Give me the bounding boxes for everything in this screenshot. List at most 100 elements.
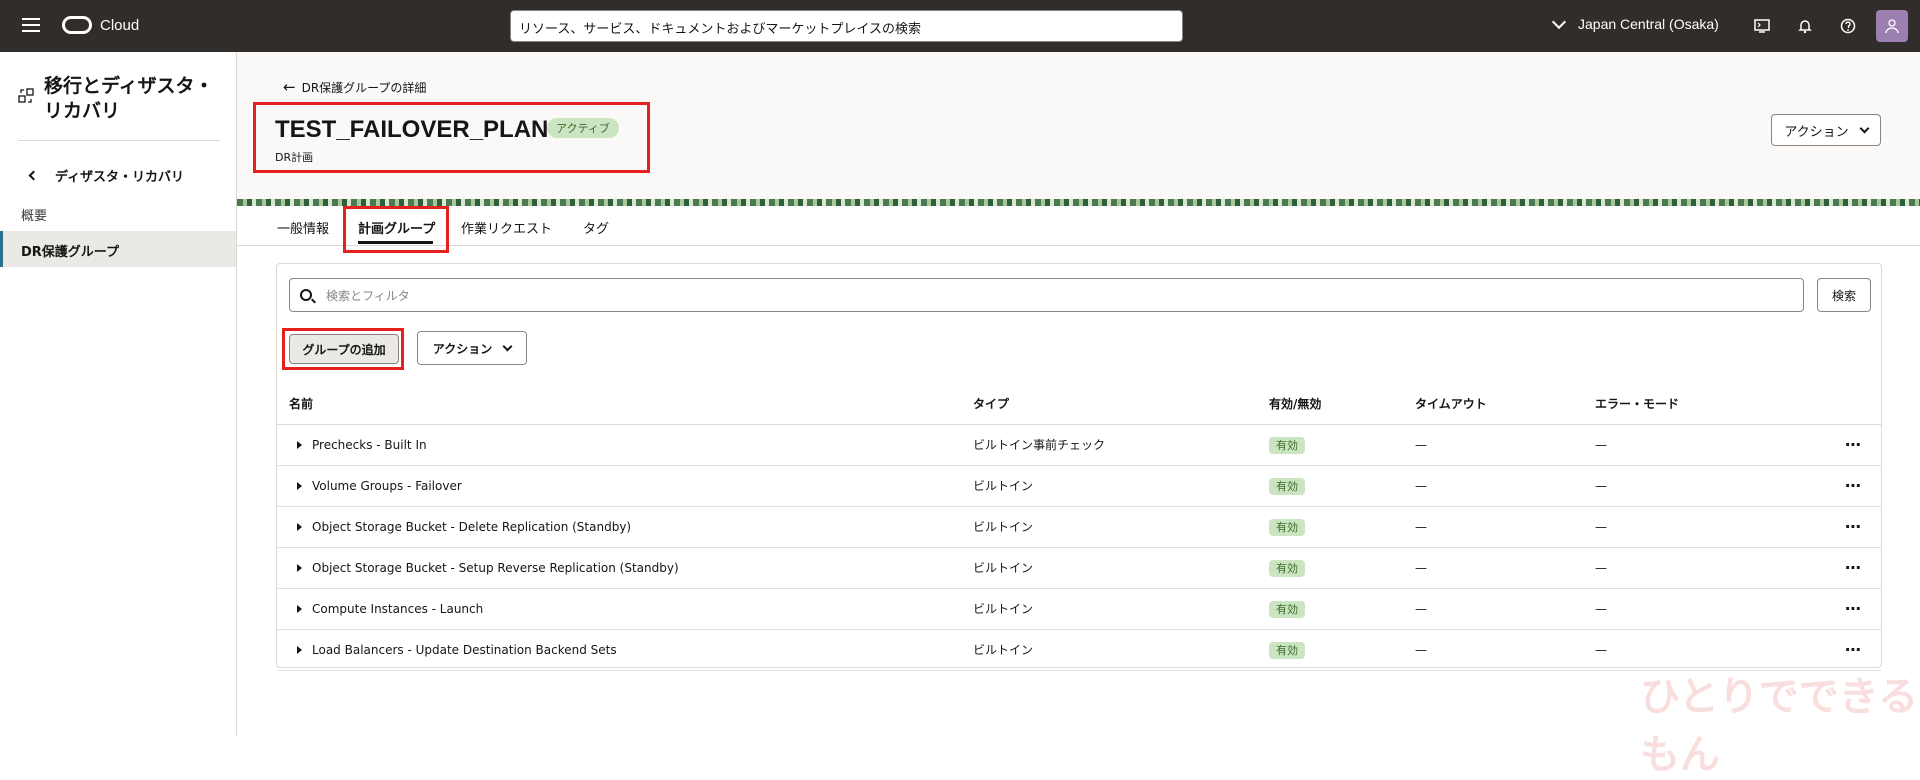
- table-row[interactable]: Object Storage Bucket - Setup Reverse Re…: [277, 547, 1881, 589]
- group-type: ビルトイン: [961, 629, 1257, 671]
- tab-work-requests[interactable]: 作業リクエスト: [461, 218, 552, 237]
- table-row[interactable]: Volume Groups - Failover ビルトイン 有効 — — ⋯: [277, 465, 1881, 507]
- page-title: TEST_FAILOVER_PLAN: [275, 116, 549, 143]
- top-bar: Cloud リソース、サービス、ドキュメントおよびマーケットプレイスの検索 Ja…: [0, 0, 1920, 52]
- chevron-down-icon: [502, 341, 513, 351]
- logo-text: Cloud: [100, 16, 140, 34]
- sidebar-item-dr-protection-groups[interactable]: DR保護グループ: [0, 231, 236, 267]
- enabled-badge: 有効: [1269, 518, 1305, 536]
- timeout-value: —: [1415, 642, 1427, 657]
- user-avatar[interactable]: [1876, 10, 1908, 42]
- filter-input[interactable]: 検索とフィルタ: [289, 278, 1804, 312]
- back-link-label: DR保護グループの詳細: [301, 80, 427, 95]
- sidebar-title: 移行とディザスタ・リカバリ: [44, 75, 214, 122]
- group-type: ビルトイン: [961, 465, 1257, 507]
- chevron-left-icon: [28, 170, 39, 181]
- header-action-label: アクション: [1784, 124, 1849, 140]
- table-row[interactable]: Prechecks - Built In ビルトイン事前チェック 有効 — — …: [277, 424, 1881, 466]
- filter-placeholder: 検索とフィルタ: [326, 288, 410, 303]
- page-subtitle: DR計画: [275, 151, 314, 164]
- tab-general-info[interactable]: 一般情報: [277, 218, 329, 237]
- group-type: ビルトイン事前チェック: [961, 424, 1257, 466]
- plan-groups-panel: 検索とフィルタ 検索 グループの追加 アクション 名前 タイプ 有効/無効 タイ…: [276, 263, 1882, 671]
- table-action-label: アクション: [432, 341, 493, 356]
- more-actions-icon[interactable]: ⋯: [1845, 558, 1862, 577]
- more-actions-icon[interactable]: ⋯: [1845, 517, 1862, 536]
- plan-groups-table: 名前 タイプ 有効/無効 タイムアウト エラー・モード Prechecks - …: [277, 384, 1881, 671]
- help-icon[interactable]: [1838, 16, 1858, 36]
- group-name: Compute Instances - Launch: [312, 601, 484, 616]
- status-badge: アクティブ: [547, 118, 619, 138]
- error-mode-value: —: [1595, 478, 1607, 493]
- tab-tags[interactable]: タグ: [583, 218, 609, 237]
- column-header-name[interactable]: 名前: [277, 384, 961, 425]
- search-icon: [300, 289, 312, 301]
- more-actions-icon[interactable]: ⋯: [1845, 435, 1862, 454]
- divider: [18, 140, 220, 141]
- watermark: ひとりでできるもん: [1640, 674, 1918, 778]
- global-search-input[interactable]: リソース、サービス、ドキュメントおよびマーケットプレイスの検索: [510, 10, 1183, 42]
- hamburger-menu-icon[interactable]: [22, 18, 40, 32]
- timeout-value: —: [1415, 478, 1427, 493]
- add-group-button[interactable]: グループの追加: [289, 334, 399, 364]
- cloud-shell-icon[interactable]: [1752, 16, 1772, 36]
- group-name: Load Balancers - Update Destination Back…: [312, 642, 617, 657]
- error-mode-value: —: [1595, 601, 1607, 616]
- search-button[interactable]: 検索: [1817, 278, 1871, 312]
- timeout-value: —: [1415, 437, 1427, 452]
- enabled-badge: 有効: [1269, 641, 1305, 659]
- migration-icon: [18, 88, 34, 108]
- group-type: ビルトイン: [961, 588, 1257, 630]
- column-header-actions: [1833, 384, 1881, 425]
- enabled-badge: 有効: [1269, 477, 1305, 495]
- oracle-cloud-logo[interactable]: Cloud: [62, 16, 139, 34]
- column-header-error-mode[interactable]: エラー・モード: [1583, 384, 1833, 425]
- error-mode-value: —: [1595, 437, 1607, 452]
- oracle-logo-icon: [62, 16, 92, 34]
- region-selector[interactable]: Japan Central (Osaka): [1551, 14, 1719, 32]
- header-action-button[interactable]: アクション: [1771, 114, 1881, 146]
- back-to-details-link[interactable]: ← DR保護グループの詳細: [283, 78, 426, 96]
- table-header-row: 名前 タイプ 有効/無効 タイムアウト エラー・モード: [277, 384, 1881, 425]
- expand-row-icon[interactable]: [297, 563, 302, 572]
- expand-row-icon[interactable]: [297, 645, 302, 654]
- group-name: Object Storage Bucket - Delete Replicati…: [312, 519, 632, 534]
- page-header: ← DR保護グループの詳細 TEST_FAILOVER_PLAN アクティブ D…: [237, 52, 1920, 206]
- more-actions-icon[interactable]: ⋯: [1845, 599, 1862, 618]
- enabled-badge: 有効: [1269, 600, 1305, 618]
- column-header-timeout[interactable]: タイムアウト: [1403, 384, 1583, 425]
- expand-row-icon[interactable]: [297, 440, 302, 449]
- group-name: Object Storage Bucket - Setup Reverse Re…: [312, 560, 679, 575]
- table-action-button[interactable]: アクション: [417, 331, 527, 365]
- tab-bar: 一般情報 計画グループ 作業リクエスト タグ: [237, 206, 1920, 253]
- chevron-down-icon: [1859, 123, 1870, 133]
- highlight-box: [343, 206, 449, 253]
- group-name: Volume Groups - Failover: [312, 478, 462, 493]
- column-header-type[interactable]: タイプ: [961, 384, 1257, 425]
- column-header-enabled[interactable]: 有効/無効: [1257, 384, 1403, 425]
- enabled-badge: 有効: [1269, 559, 1305, 577]
- table-row[interactable]: Compute Instances - Launch ビルトイン 有効 — — …: [277, 588, 1881, 630]
- region-label: Japan Central (Osaka): [1578, 16, 1719, 32]
- more-actions-icon[interactable]: ⋯: [1845, 640, 1862, 659]
- expand-row-icon[interactable]: [297, 604, 302, 613]
- sidebar-item-overview[interactable]: 概要: [21, 205, 47, 224]
- error-mode-value: —: [1595, 560, 1607, 575]
- error-mode-value: —: [1595, 642, 1607, 657]
- user-icon: [1885, 19, 1899, 34]
- group-type: ビルトイン: [961, 506, 1257, 548]
- expand-row-icon[interactable]: [297, 481, 302, 490]
- timeout-value: —: [1415, 601, 1427, 616]
- enabled-badge: 有効: [1269, 436, 1305, 454]
- sidebar-back-label: ディザスタ・リカバリ: [55, 170, 184, 185]
- group-type: ビルトイン: [961, 547, 1257, 589]
- table-row[interactable]: Object Storage Bucket - Delete Replicati…: [277, 506, 1881, 548]
- sidebar-back-link[interactable]: ディザスタ・リカバリ: [28, 166, 184, 185]
- bell-icon[interactable]: [1795, 16, 1815, 36]
- decorative-banner: [237, 199, 1920, 206]
- more-actions-icon[interactable]: ⋯: [1845, 476, 1862, 495]
- timeout-value: —: [1415, 519, 1427, 534]
- expand-row-icon[interactable]: [297, 522, 302, 531]
- error-mode-value: —: [1595, 519, 1607, 534]
- timeout-value: —: [1415, 560, 1427, 575]
